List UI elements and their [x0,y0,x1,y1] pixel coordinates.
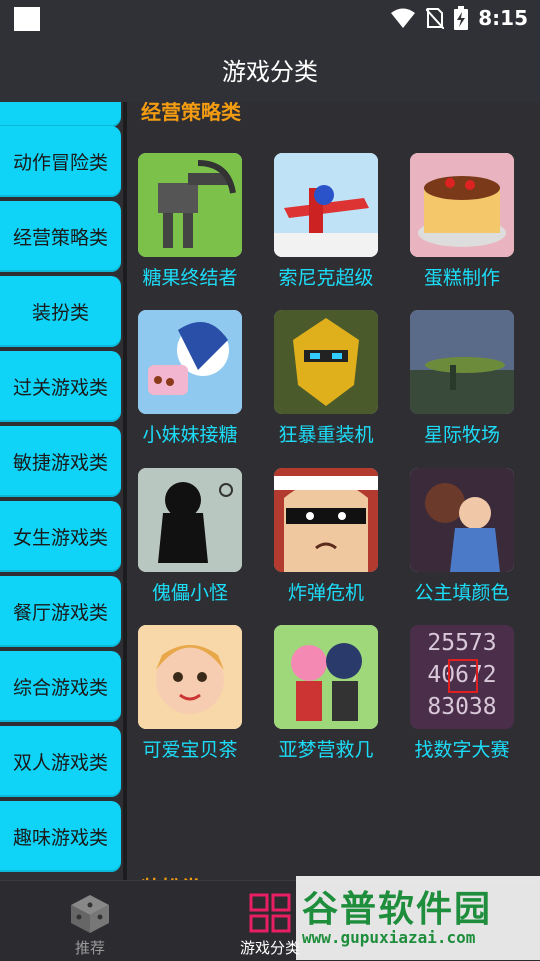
game-name: 索尼克超级 [278,267,374,289]
tab-recommend[interactable]: 推荐 [15,881,165,961]
number-row: 25573 [427,630,497,656]
sidebar-item-label: 趣味游戏类 [12,827,108,849]
sonic-airplane-thumbnail [274,153,378,257]
anime-couple-thumbnail [274,625,378,729]
no-sim-icon [426,8,445,29]
game-name: 找数字大赛 [414,739,510,761]
section-title: 经营策略类 [141,102,241,124]
number-grid-thumbnail: 25573 40672 83038 [410,625,514,729]
sidebar-item-label: 动作冒险类 [12,152,108,174]
tab-label: 推荐 [74,939,105,957]
sidebar-item-action-adventure[interactable]: 动作冒险类 [0,126,121,197]
cake-thumbnail [410,153,514,257]
sidebar-item-general[interactable]: 综合游戏类 [0,651,121,722]
battery-charging-icon [454,6,469,30]
clock: 8:15 [478,6,528,30]
sidebar-item-label: 装扮类 [31,302,89,324]
sidebar-item-dressup[interactable]: 装扮类 [0,276,121,347]
sidebar-item-label: 双人游戏类 [12,752,108,774]
game-tile[interactable]: 炸弹危机 [259,468,389,618]
game-tile[interactable]: 狂暴重装机 [259,310,389,460]
page-title: 游戏分类 [222,57,318,86]
game-tile[interactable]: 蛋糕制作 [395,153,525,303]
shadow-creature-thumbnail [138,468,242,572]
game-name: 星际牧场 [423,424,500,446]
game-name: 傀儡小怪 [151,582,228,604]
game-name: 公主填颜色 [414,582,510,604]
game-tile[interactable]: 亚梦营救几 [259,625,389,775]
game-name: 小妹妹接糖 [142,424,238,446]
masked-bandit-thumbnail [274,468,378,572]
game-tile[interactable]: 可爱宝贝茶 [123,625,253,775]
game-name: 糖果终结者 [142,267,238,289]
sidebar-item-label: 经营策略类 [12,227,108,249]
game-name: 炸弹危机 [287,582,364,604]
sidebar-item-level[interactable]: 过关游戏类 [0,351,121,422]
highlight-box [448,659,478,693]
app-bar: 游戏分类 [0,36,540,102]
space-ranch-thumbnail [410,310,514,414]
game-tile[interactable]: 傀儡小怪 [123,468,253,618]
sidebar-item-girls[interactable]: 女生游戏类 [0,501,121,572]
game-tile[interactable]: 星际牧场 [395,310,525,460]
sidebar-item-restaurant[interactable]: 餐厅游戏类 [0,576,121,647]
game-name: 可爱宝贝茶 [142,739,238,761]
section-title: 装扮类 [141,872,201,880]
dice-icon [71,895,109,933]
sidebar-item-label: 敏捷游戏类 [12,452,108,474]
game-grid-panel[interactable]: 经营策略类 糖果终结者 索尼克超级 蛋糕制作 小妹妹接糖 狂暴重装机 星际牧场 … [123,102,540,880]
sidebar-item-partial[interactable] [0,102,121,127]
sidebar-item-strategy[interactable]: 经营策略类 [0,201,121,272]
watermark-url: www.gupuxiazai.com [302,928,476,947]
game-name: 狂暴重装机 [278,424,374,446]
baby-girl-thumbnail [138,625,242,729]
sidebar-item-label: 过关游戏类 [12,377,108,399]
wifi-icon [391,8,416,28]
sidebar-item-agility[interactable]: 敏捷游戏类 [0,426,121,497]
sidebar-item-fun[interactable]: 趣味游戏类 [0,801,121,872]
game-tile[interactable]: 25573 40672 83038 找数字大赛 [395,625,525,775]
sidebar-item-two-player[interactable]: 双人游戏类 [0,726,121,797]
status-bar: 8:15 [0,0,540,36]
grid-icon [249,893,291,933]
sidebar-item-label: 女生游戏类 [12,527,108,549]
game-tile[interactable]: 索尼克超级 [259,153,389,303]
game-name: 亚梦营救几 [278,739,374,761]
robot-mech-thumbnail [138,153,242,257]
game-tile[interactable]: 公主填颜色 [395,468,525,618]
princess-beast-thumbnail [410,468,514,572]
watermark-text: 谷普软件园 [302,889,493,930]
sidebar-item-label: 综合游戏类 [12,677,108,699]
girl-candy-thumbnail [138,310,242,414]
game-tile[interactable]: 糖果终结者 [123,153,253,303]
game-name: 蛋糕制作 [423,267,500,289]
yellow-robot-thumbnail [274,310,378,414]
game-tile[interactable]: 小妹妹接糖 [123,310,253,460]
number-row: 83038 [427,694,497,720]
notification-icon [14,7,40,31]
category-sidebar[interactable]: 动作冒险类 经营策略类 装扮类 过关游戏类 敏捷游戏类 女生游戏类 餐厅游戏类 … [0,102,123,880]
watermark-logo: 谷普软件园 www.gupuxiazai.com [296,876,540,960]
sidebar-item-label: 餐厅游戏类 [12,602,108,624]
